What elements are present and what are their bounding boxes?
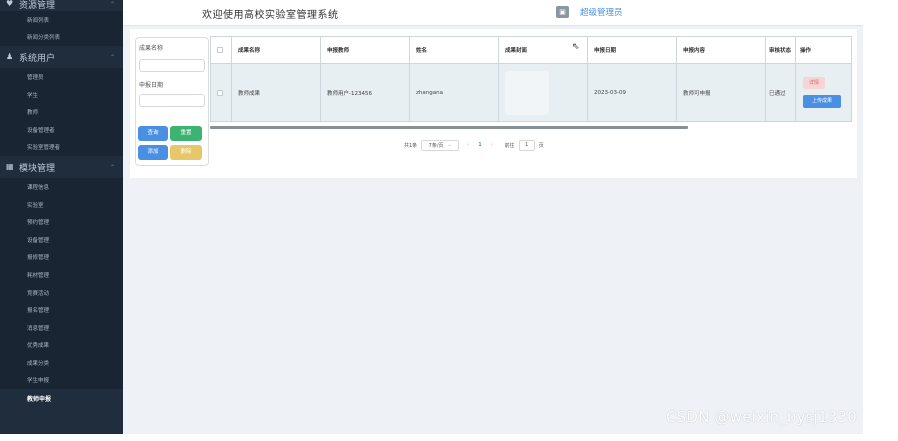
chevron-up-icon: ⌃ [109, 53, 115, 61]
declaration-date-label: 申报日期 [139, 82, 164, 89]
current-page[interactable]: 1 [473, 142, 486, 148]
goto-label: 前往 [504, 142, 515, 149]
col-header-name: 成果名称 [232, 37, 321, 64]
declaration-date-input[interactable] [139, 94, 205, 107]
sidebar-item-equipment[interactable]: 设备管理 [0, 230, 123, 249]
sidebar-item-news[interactable]: 新闻列表 [0, 11, 123, 29]
app-root: ♥ 资源管理 ⌃ 新闻列表 新闻分类列表 ♟ 系统用户 ⌃ 管理员 学生 教师 … [0, 0, 898, 441]
col-header-real-name: 姓名 [410, 37, 499, 64]
sidebar-item-achievements[interactable]: 优秀成果 [0, 336, 123, 355]
cell-teacher: 教师用户-123456 [321, 64, 410, 122]
goto-page-input[interactable]: 1 [518, 139, 535, 151]
sidebar-group-users[interactable]: ♟ 系统用户 ⌃ [0, 46, 123, 68]
watermark: CSDN @weixin_bysj1330 [666, 408, 858, 426]
page-size-value: 7条/页 [428, 142, 444, 149]
cell-actions: 详情 上传成果 [796, 64, 852, 122]
cell-real-name: zhangana [410, 64, 499, 122]
sidebar-item-competitions[interactable]: 竞赛活动 [0, 283, 123, 302]
sidebar-group-label: 资源管理 [19, 0, 56, 11]
row-select-cell[interactable] [211, 64, 232, 122]
data-table: 成果名称 申报教师 姓名 成果封面 申报日期 申报内容 审核状态 操作 教师成果… [210, 36, 852, 122]
prev-page-button[interactable]: ‹ [467, 142, 469, 148]
col-header-status: 审核状态 [766, 37, 796, 64]
sidebar-item-equipment-manager[interactable]: 设备管理者 [0, 120, 123, 139]
sidebar-group-modules[interactable]: ▦ 模块管理 ⌃ [0, 156, 123, 178]
delete-button[interactable]: 删除 [170, 145, 202, 160]
col-header-actions: 操作 [796, 37, 852, 64]
reset-button[interactable]: 重置 [170, 126, 202, 141]
welcome-title: 欢迎使用高校实验室管理系统 [202, 10, 339, 21]
col-header-content: 申报内容 [677, 37, 766, 64]
sidebar-item-achievement-categories[interactable]: 成果分类 [0, 354, 123, 372]
upload-achievement-button[interactable]: 上传成果 [803, 95, 841, 108]
sidebar-item-messages[interactable]: 消息管理 [0, 318, 123, 337]
cell-date: 2023-03-09 [588, 64, 677, 122]
content-panel: 成果名称 申报日期 查询 重置 添加 删除 成果名称 申报教师 姓名 成果封面 … [130, 29, 857, 178]
chevron-up-icon: ⌃ [109, 163, 115, 171]
sidebar-item-courses[interactable]: 课程信息 [0, 178, 123, 196]
table-row: 教师成果 教师用户-123456 zhangana 2023-03-09 教师可… [211, 64, 852, 122]
heart-icon: ♥ [6, 0, 14, 8]
sidebar-item-lab-manager[interactable]: 实验室管理者 [0, 138, 123, 157]
select-all-checkbox[interactable] [217, 47, 223, 53]
mouse-cursor-icon: ⇖ [572, 42, 580, 52]
add-button[interactable]: 添加 [138, 145, 168, 160]
sidebar-item-student[interactable]: 学生 [0, 85, 123, 104]
sidebar-group-label: 系统用户 [19, 53, 56, 64]
detail-button[interactable]: 详情 [803, 77, 825, 89]
table-header-row: 成果名称 申报教师 姓名 成果封面 申报日期 申报内容 审核状态 操作 [211, 37, 852, 64]
achievement-name-label: 成果名称 [139, 45, 164, 52]
sidebar-item-consumables[interactable]: 耗材管理 [0, 266, 123, 284]
cell-status: 已通过 [766, 64, 796, 122]
top-header: 欢迎使用高校实验室管理系统 ▣ 超级管理员 [123, 0, 863, 26]
search-form: 成果名称 申报日期 查询 重置 添加 删除 [135, 37, 209, 166]
sidebar-item-reservations[interactable]: 预约管理 [0, 213, 123, 231]
total-count: 共1条 [404, 142, 418, 149]
sidebar-group-label: 模块管理 [19, 163, 56, 174]
sidebar-item-repairs[interactable]: 报修管理 [0, 248, 123, 267]
col-header-date: 申报日期 [588, 37, 677, 64]
sidebar-item-teacher-declarations[interactable]: 教师申报 [0, 389, 123, 407]
select-all-cell[interactable] [211, 37, 232, 64]
sidebar-item-news-category[interactable]: 新闻分类列表 [0, 28, 123, 47]
avatar-icon[interactable]: ▣ [556, 6, 569, 18]
achievement-name-input[interactable] [139, 59, 205, 72]
next-page-button[interactable]: › [491, 142, 493, 148]
page-suffix: 页 [538, 142, 544, 149]
cell-cover [499, 64, 588, 122]
cell-content: 教师可申报 [677, 64, 766, 122]
table-horizontal-scrollbar[interactable] [210, 126, 688, 129]
grid-icon: ▦ [6, 162, 14, 172]
sidebar-item-admin[interactable]: 管理员 [0, 68, 123, 86]
sidebar-item-teacher[interactable]: 教师 [0, 103, 123, 121]
query-button[interactable]: 查询 [138, 126, 168, 141]
pagination: 共1条 7条/页 ⌄ ‹ 1 › 前往 1 页 [404, 139, 544, 151]
sidebar-group-resources[interactable]: ♥ 资源管理 ⌃ [0, 0, 123, 11]
chevron-down-icon: ⌄ [447, 142, 452, 148]
main-content: 成果名称 申报日期 查询 重置 添加 删除 成果名称 申报教师 姓名 成果封面 … [123, 26, 863, 434]
cell-name: 教师成果 [232, 64, 321, 122]
sidebar-item-registrations[interactable]: 报名管理 [0, 301, 123, 319]
cover-image[interactable] [505, 70, 549, 115]
user-role-link[interactable]: 超级管理员 [580, 6, 623, 18]
page-size-select[interactable]: 7条/页 ⌄ [421, 139, 460, 151]
sidebar-item-labs[interactable]: 实验室 [0, 195, 123, 214]
chevron-up-icon: ⌃ [109, 0, 115, 8]
row-checkbox[interactable] [217, 89, 223, 96]
col-header-teacher: 申报教师 [321, 37, 410, 64]
sidebar: ♥ 资源管理 ⌃ 新闻列表 新闻分类列表 ♟ 系统用户 ⌃ 管理员 学生 教师 … [0, 0, 123, 434]
sidebar-item-student-declarations[interactable]: 学生申报 [0, 371, 123, 390]
user-icon: ♟ [6, 52, 14, 62]
